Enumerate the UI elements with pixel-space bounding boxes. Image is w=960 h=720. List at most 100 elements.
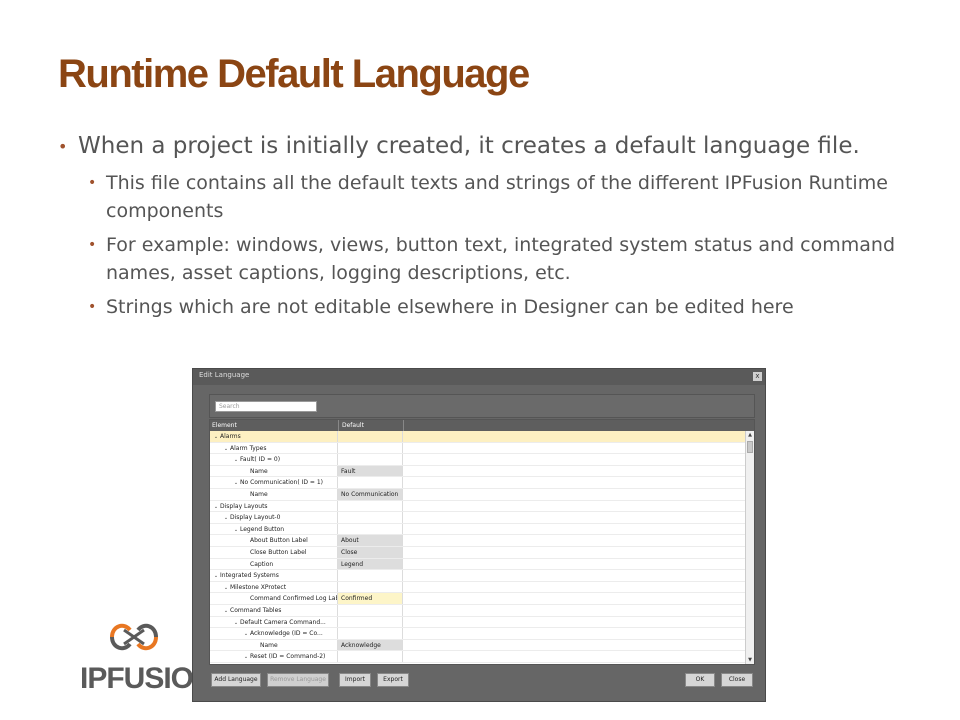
tree-row[interactable]: ⌄ Milestone XProtect bbox=[210, 581, 746, 594]
bullet-text: This file contains all the default texts… bbox=[106, 172, 888, 222]
element-cell: ⌄ Legend Button bbox=[210, 523, 338, 535]
element-label: About Button Label bbox=[250, 537, 308, 545]
tree-row[interactable]: ⌄ Display Layouts bbox=[210, 500, 746, 513]
bullet-text: Strings which are not editable elsewhere… bbox=[106, 296, 794, 318]
language-tree-grid: Element Default ⌄ Alarms ⌄ Alarm Types ⌄ Faul… bbox=[209, 419, 755, 665]
logo-mark-icon bbox=[110, 623, 158, 651]
ok-button[interactable]: OK bbox=[685, 673, 715, 687]
column-header-default[interactable]: Default bbox=[342, 420, 364, 431]
scroll-down-icon[interactable]: ▼ bbox=[746, 656, 754, 664]
default-value-cell bbox=[338, 651, 403, 662]
edit-language-dialog: Edit Language x Search Element Default ⌄… bbox=[192, 368, 766, 702]
element-label: Milestone XProtect bbox=[230, 583, 287, 591]
tree-row[interactable]: ⌄ Reset (ID = Command-2) bbox=[210, 651, 746, 663]
element-cell: Caption bbox=[210, 558, 338, 570]
default-value-cell[interactable]: Acknowledge bbox=[338, 639, 403, 651]
tree-row[interactable]: ⌄ Fault( ID = 0) bbox=[210, 454, 746, 466]
element-label: Default Camera Command... bbox=[240, 618, 326, 626]
element-label: Display Layouts bbox=[220, 502, 268, 510]
tree-row[interactable]: About Button Label About bbox=[210, 535, 746, 547]
default-value-cell[interactable]: Legend bbox=[338, 558, 403, 570]
default-value-cell[interactable]: Close bbox=[338, 546, 403, 558]
tree-row[interactable]: Command Confirmed Log Label Confirmed bbox=[210, 593, 746, 605]
tree-row[interactable]: Name Acknowledge bbox=[210, 639, 746, 652]
default-value-cell bbox=[338, 616, 403, 628]
tree-row[interactable]: ⌄ Alarm Types bbox=[210, 442, 746, 455]
close-icon[interactable]: x bbox=[753, 372, 762, 381]
add-language-button[interactable]: Add Language bbox=[211, 673, 261, 687]
scroll-thumb[interactable] bbox=[747, 441, 753, 453]
element-label: Reset (ID = Command-2) bbox=[250, 653, 326, 661]
tree-row[interactable]: ⌄ Command Tables bbox=[210, 604, 746, 617]
bullet-text: For example: windows, views, button text… bbox=[106, 234, 896, 284]
tree-row[interactable]: ⌄ Display Layout-0 bbox=[210, 512, 746, 524]
close-button[interactable]: Close bbox=[721, 673, 753, 687]
tree-row[interactable]: Name Fault bbox=[210, 465, 746, 478]
chevron-down-icon[interactable]: ⌄ bbox=[222, 606, 230, 616]
chevron-down-icon[interactable]: ⌄ bbox=[222, 444, 230, 454]
bullet-level2: • This file contains all the default tex… bbox=[88, 169, 918, 225]
element-cell: Command Confirmed Log Label bbox=[210, 593, 338, 604]
dialog-title: Edit Language bbox=[199, 371, 250, 379]
grid-header: Element Default bbox=[210, 420, 754, 431]
chevron-down-icon[interactable]: ⌄ bbox=[222, 513, 230, 523]
tree-row[interactable]: ⌄ Legend Button bbox=[210, 523, 746, 536]
chevron-down-icon[interactable]: ⌄ bbox=[232, 455, 240, 465]
tree-row[interactable]: Caption Legend bbox=[210, 558, 746, 571]
default-value-cell[interactable]: No Communication bbox=[338, 488, 403, 500]
remove-language-button[interactable]: Remove Language bbox=[267, 673, 329, 687]
element-label: No Communication( ID = 1) bbox=[240, 479, 323, 487]
import-button[interactable]: Import bbox=[339, 673, 371, 687]
element-label: Integrated Systems bbox=[220, 572, 279, 580]
bullet-text: When a project is initially created, it … bbox=[78, 133, 860, 159]
element-cell: ⌄ Alarms bbox=[210, 431, 338, 442]
default-value-cell[interactable]: About bbox=[338, 535, 403, 546]
tree-row[interactable]: ⌄ Alarms bbox=[210, 431, 746, 443]
element-cell: ⌄ Fault( ID = 0) bbox=[210, 454, 338, 465]
tree-row[interactable]: Close Button Label Close bbox=[210, 546, 746, 559]
chevron-down-icon[interactable]: ⌄ bbox=[232, 478, 240, 488]
element-label: Name bbox=[250, 490, 268, 498]
grid-rows: ⌄ Alarms ⌄ Alarm Types ⌄ Fault( ID = 0) Name Fa… bbox=[210, 431, 746, 663]
bullet-dot-icon: • bbox=[88, 175, 97, 191]
element-cell: Name bbox=[210, 488, 338, 500]
search-panel: Search bbox=[209, 394, 755, 418]
tree-row[interactable]: ⌄ Default Camera Command... bbox=[210, 616, 746, 629]
element-cell: About Button Label bbox=[210, 535, 338, 546]
column-header-element[interactable]: Element bbox=[212, 420, 237, 431]
element-label: Alarms bbox=[220, 433, 241, 440]
element-cell: ⌄ Command Tables bbox=[210, 604, 338, 616]
default-value-cell[interactable]: Fault bbox=[338, 465, 403, 477]
chevron-down-icon[interactable]: ⌄ bbox=[212, 432, 220, 442]
default-value-cell bbox=[338, 431, 403, 442]
element-cell: ⌄ Alarm Types bbox=[210, 442, 338, 454]
tree-row[interactable]: ⌄ Acknowledge (ID = Co... bbox=[210, 628, 746, 640]
element-cell: Name bbox=[210, 465, 338, 477]
search-input[interactable]: Search bbox=[215, 401, 317, 412]
chevron-down-icon[interactable]: ⌄ bbox=[232, 618, 240, 628]
element-cell: Close Button Label bbox=[210, 546, 338, 558]
bullet-level1: • When a project is initially created, i… bbox=[58, 130, 918, 163]
chevron-down-icon[interactable]: ⌄ bbox=[212, 571, 220, 581]
default-value-cell bbox=[338, 454, 403, 465]
chevron-down-icon[interactable]: ⌄ bbox=[212, 502, 220, 512]
scroll-up-icon[interactable]: ▲ bbox=[746, 431, 754, 439]
tree-row[interactable]: Name No Communication bbox=[210, 488, 746, 501]
element-label: Command Tables bbox=[230, 606, 282, 614]
default-value-cell bbox=[338, 628, 403, 639]
dialog-titlebar: Edit Language x bbox=[193, 369, 765, 385]
chevron-down-icon[interactable]: ⌄ bbox=[232, 525, 240, 535]
chevron-down-icon[interactable]: ⌄ bbox=[242, 652, 250, 662]
tree-row[interactable]: ⌄ No Communication( ID = 1) bbox=[210, 477, 746, 489]
element-label: Acknowledge (ID = Co... bbox=[250, 630, 323, 638]
element-cell: ⌄ Integrated Systems bbox=[210, 570, 338, 581]
chevron-down-icon[interactable]: ⌄ bbox=[222, 583, 230, 593]
vertical-scrollbar[interactable]: ▲ ▼ bbox=[745, 431, 754, 664]
default-value-cell[interactable]: Confirmed bbox=[338, 593, 403, 604]
export-button[interactable]: Export bbox=[377, 673, 409, 687]
default-value-cell bbox=[338, 581, 403, 593]
tree-row[interactable]: ⌄ Integrated Systems bbox=[210, 570, 746, 582]
bullet-level2: • For example: windows, views, button te… bbox=[88, 231, 918, 287]
element-label: Display Layout-0 bbox=[230, 514, 281, 522]
chevron-down-icon[interactable]: ⌄ bbox=[242, 629, 250, 639]
